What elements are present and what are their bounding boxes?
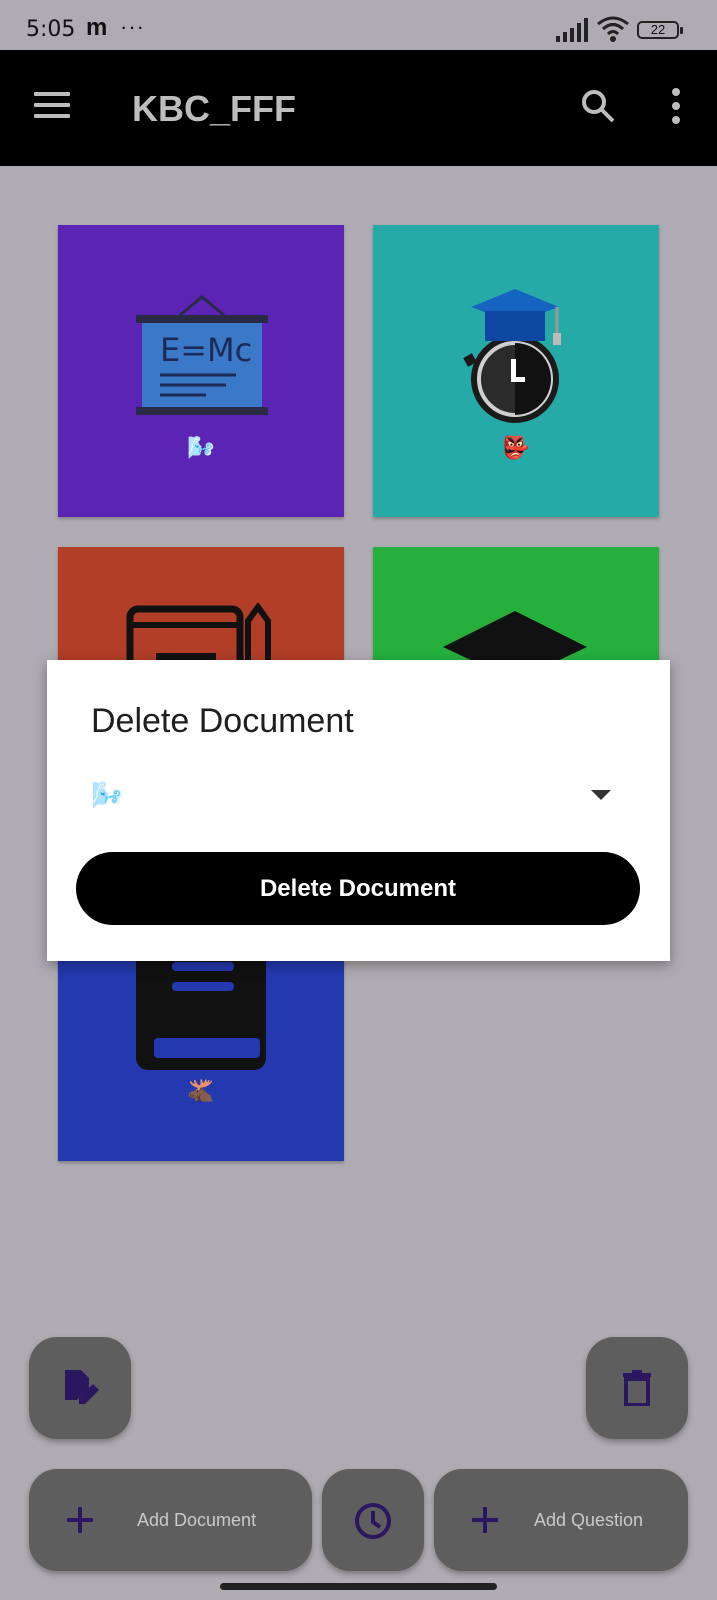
plus-icon [67,1507,93,1533]
battery-icon: 22 [637,21,683,39]
add-document-label: Add Document [137,1510,257,1530]
tile-emoji: 🫎 [187,1078,215,1103]
plus-icon [472,1507,498,1533]
trash-icon [623,1370,651,1406]
signal-icon [556,18,588,42]
edit-document-icon [65,1370,99,1404]
add-question-label: Add Question [534,1510,644,1530]
gesture-nav-handle[interactable] [220,1583,497,1590]
document-dropdown[interactable]: 🌬️ [91,778,611,818]
menu-icon[interactable] [34,92,70,120]
svg-text:E=Mc: E=Mc [160,331,252,369]
app-bar: KBC_FFF [0,50,717,166]
carrier-glyph: m [86,14,108,41]
dropdown-selected-value: 🌬️ [91,780,124,810]
dropdown-arrow-icon [591,790,611,800]
status-bar: 5:05 m ··· 22 [0,0,717,50]
overflow-menu-icon[interactable] [672,88,680,130]
add-document-button[interactable]: Add Document [29,1469,312,1571]
add-question-button[interactable]: Add Question [434,1469,688,1571]
physics-board-icon: E=Mc [136,295,268,415]
clock-icon [355,1503,391,1539]
tile-emoji: 🌬️ [187,435,215,460]
tile-emoji: 👺 [502,435,530,460]
delete-document-dialog: Delete Document 🌬️ Delete Document [47,660,670,961]
history-button[interactable] [322,1469,424,1571]
graduation-timer-icon [463,289,561,423]
status-time: 5:05 [26,17,76,42]
wifi-icon [597,16,629,42]
dialog-title: Delete Document [91,702,354,740]
notification-more: ··· [120,14,145,39]
document-tile[interactable]: 👺 [373,225,659,517]
delete-document-button[interactable]: Delete Document [76,852,640,925]
page-title: KBC_FFF [132,88,296,129]
delete-button[interactable] [586,1337,688,1439]
edit-document-button[interactable] [29,1337,131,1439]
search-icon[interactable] [580,88,616,124]
document-tile[interactable]: E=Mc 🌬️ [58,225,344,517]
